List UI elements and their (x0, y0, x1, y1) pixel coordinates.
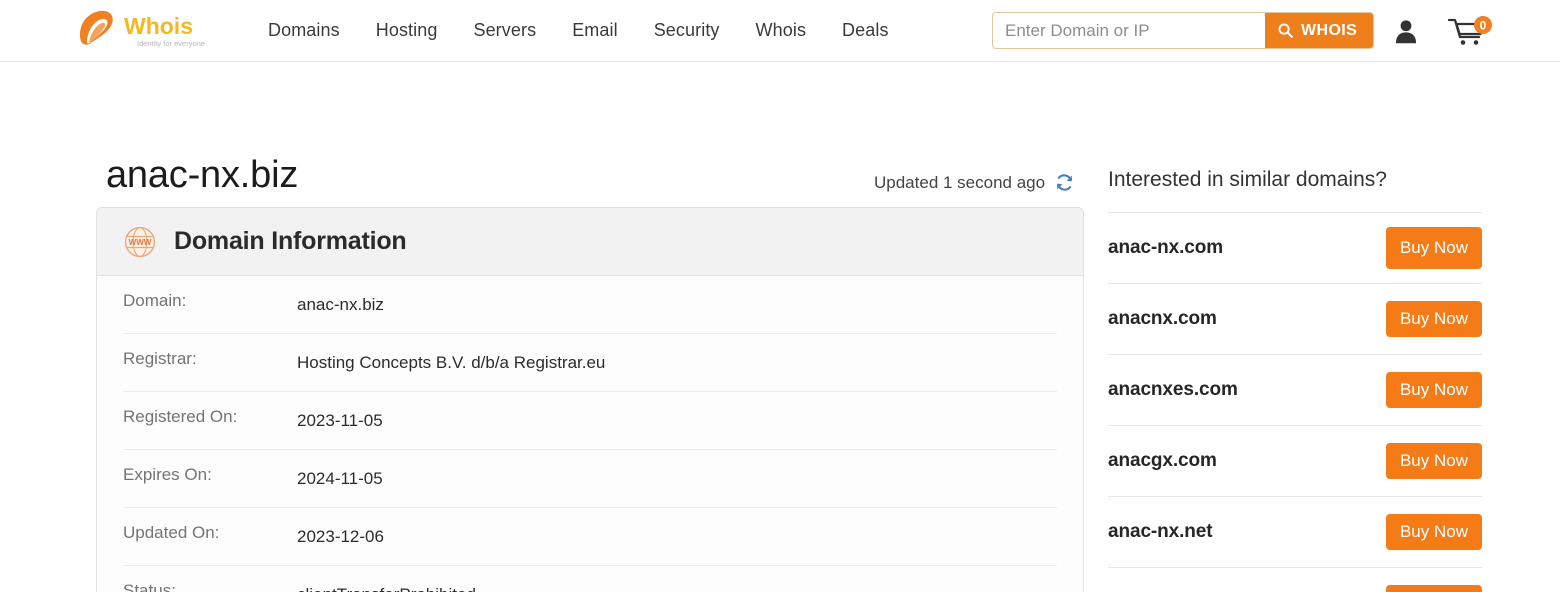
table-row: Domain: anac-nx.biz (123, 276, 1057, 335)
card-header: WWW Domain Information (97, 208, 1083, 276)
www-globe-icon: WWW (124, 226, 156, 257)
whois-search-button[interactable]: WHOIS (1265, 13, 1374, 48)
page-title: anac-nx.biz (106, 154, 299, 196)
nav-item-hosting[interactable]: Hosting (370, 16, 444, 45)
nav-item-email[interactable]: Email (566, 16, 624, 45)
nav-item-domains[interactable]: Domains (262, 16, 346, 45)
row-label: Expires On: (123, 465, 212, 485)
similar-domains-list: anac-nx.com Buy Now anacnx.com Buy Now a… (1108, 212, 1482, 592)
table-row: Updated On: 2023-12-06 (123, 508, 1057, 567)
buy-now-button[interactable]: Buy Now (1385, 443, 1482, 479)
nav-item-deals[interactable]: Deals (836, 16, 895, 45)
row-label: Domain: (123, 291, 187, 310)
nav-item-servers[interactable]: Servers (467, 16, 542, 45)
user-icon[interactable] (1392, 17, 1420, 45)
site-header: Whois Identity for everyone Domains Host… (0, 0, 1560, 62)
table-row: Registered On: 2023-11-05 (123, 392, 1057, 451)
list-item: anacgx.com Buy Now (1108, 426, 1482, 497)
shopping-cart-icon[interactable]: 0 (1448, 16, 1494, 48)
buy-now-button[interactable]: Buy Now (1385, 227, 1482, 269)
row-label: Status: (123, 581, 176, 592)
list-item: anac-nx.com Buy Now (1108, 213, 1482, 284)
refresh-icon[interactable] (1054, 172, 1075, 193)
site-logo[interactable]: Whois Identity for everyone (76, 8, 232, 54)
row-value: 2024-11-05 (297, 469, 383, 489)
row-value: 2023-12-06 (297, 527, 384, 547)
card-title: Domain Information (174, 227, 407, 255)
list-item: anacnx.com Buy Now (1108, 284, 1482, 355)
sidebar-title: Interested in similar domains? (1108, 168, 1387, 191)
row-value: anac-nx.biz (297, 295, 384, 314)
updated-label: Updated 1 second ago (874, 172, 1046, 192)
search-bar: WHOIS (992, 12, 1375, 49)
search-input[interactable] (993, 13, 1265, 48)
table-row: Registrar: Hosting Concepts B.V. d/b/a R… (123, 334, 1057, 393)
list-item: anacnxes.com Buy Now (1108, 355, 1482, 426)
page-body: anac-nx.biz Updated 1 second ago WWW Dom… (0, 62, 1560, 592)
search-icon (1278, 23, 1293, 38)
list-item: anacnx.net Buy Now (1108, 568, 1482, 592)
list-item: anac-nx.net Buy Now (1108, 497, 1482, 568)
svg-text:WWW: WWW (129, 238, 152, 247)
similar-domain-name[interactable]: anacnx.com (1108, 308, 1217, 330)
whois-button-label: WHOIS (1301, 21, 1358, 39)
row-value: Hosting Concepts B.V. d/b/a Registrar.eu (297, 353, 606, 373)
similar-domains-sidebar: Interested in similar domains? anac-nx.c… (1108, 168, 1482, 592)
table-row: Expires On: 2024-11-05 (123, 450, 1057, 509)
table-row: Status: clientTransferProhibited (123, 566, 1057, 592)
row-label: Registered On: (123, 407, 238, 427)
buy-now-button[interactable]: Buy Now (1385, 514, 1482, 550)
logo-wordmark: Whois (124, 13, 193, 39)
main-nav: Domains Hosting Servers Email Security W… (262, 0, 895, 61)
similar-domain-name[interactable]: anacgx.com (1108, 450, 1217, 472)
nav-item-security[interactable]: Security (648, 16, 726, 45)
similar-domain-name[interactable]: anac-nx.net (1108, 521, 1213, 543)
row-value: 2023-11-05 (297, 411, 383, 431)
updated-status: Updated 1 second ago (874, 172, 1075, 193)
row-value: clientTransferProhibited (297, 581, 476, 592)
row-label: Updated On: (123, 523, 220, 543)
similar-domain-name[interactable]: anacnxes.com (1108, 379, 1238, 401)
logo-tagline: Identity for everyone (137, 39, 205, 48)
similar-domain-name[interactable]: anac-nx.com (1108, 237, 1223, 259)
card-body: Domain: anac-nx.biz Registrar: Hosting C… (97, 276, 1083, 592)
nav-item-whois[interactable]: Whois (750, 16, 813, 45)
buy-now-button[interactable]: Buy Now (1385, 301, 1482, 337)
buy-now-button[interactable]: Buy Now (1385, 585, 1482, 592)
row-label: Registrar: (123, 349, 197, 369)
domain-information-card: WWW Domain Information Domain: anac-nx.b… (96, 207, 1084, 592)
cart-count-badge: 0 (1480, 19, 1487, 33)
buy-now-button[interactable]: Buy Now (1385, 372, 1482, 408)
